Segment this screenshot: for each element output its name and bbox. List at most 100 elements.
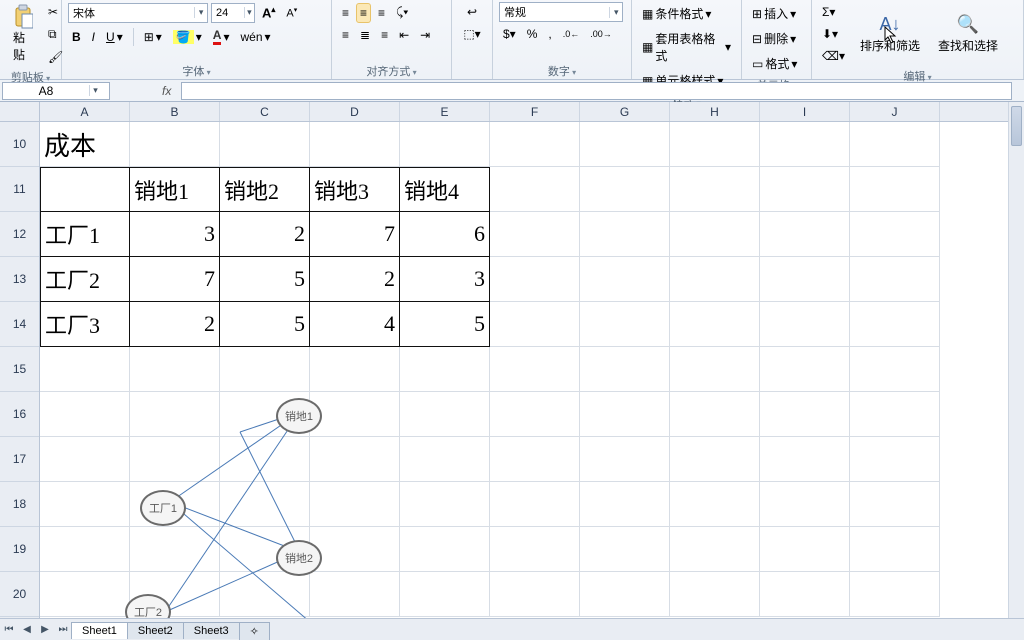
conditional-format-button[interactable]: ▦ 条件格式▾ [638,2,715,25]
cell[interactable]: 5 [220,302,310,347]
cell[interactable] [310,122,400,167]
cell[interactable] [580,122,670,167]
cell[interactable] [850,572,940,617]
underline-button[interactable]: U▾ [102,27,127,47]
formula-input[interactable] [181,82,1012,100]
cell[interactable] [490,122,580,167]
cell[interactable] [850,527,940,572]
cell[interactable] [580,257,670,302]
cell[interactable]: 7 [130,257,220,302]
cell[interactable] [670,527,760,572]
cell[interactable]: 2 [220,212,310,257]
column-header[interactable]: I [760,102,850,121]
column-header[interactable]: H [670,102,760,121]
font-size-input[interactable] [212,7,244,19]
row-header[interactable]: 10 [0,122,39,167]
cell[interactable] [580,347,670,392]
row-header[interactable]: 11 [0,167,39,212]
new-sheet-button[interactable]: ✧ [239,622,270,640]
currency-button[interactable]: $▾ [499,24,520,44]
tab-nav-last[interactable]: ⏭ [54,624,72,635]
font-name-input[interactable] [69,7,194,19]
format-as-table-button[interactable]: ▦ 套用表格格式▾ [638,27,735,67]
column-header[interactable]: D [310,102,400,121]
row-header[interactable]: 19 [0,527,39,572]
fill-color-button[interactable]: 🪣▾ [169,27,206,47]
indent-dec-button[interactable]: ⇤ [395,25,413,45]
indent-inc-button[interactable]: ⇥ [416,25,434,45]
chevron-down-icon[interactable]: ▾ [609,7,622,18]
find-select-button[interactable]: 🔍 查找和选择 [931,11,1005,57]
cell[interactable] [850,167,940,212]
cell[interactable]: 5 [220,257,310,302]
cell[interactable] [670,572,760,617]
cell[interactable] [850,257,940,302]
cell[interactable] [400,482,490,527]
chevron-down-icon[interactable]: ▾ [194,7,207,18]
row-header[interactable]: 13 [0,257,39,302]
vertical-scrollbar[interactable] [1008,102,1024,618]
cell[interactable] [490,572,580,617]
cell[interactable] [490,392,580,437]
cell[interactable] [130,122,220,167]
number-format-input[interactable] [500,6,609,18]
column-header[interactable]: G [580,102,670,121]
cell[interactable] [490,212,580,257]
name-box-input[interactable] [3,84,89,98]
cell[interactable] [760,437,850,482]
chevron-down-icon[interactable]: ▾ [244,7,254,18]
fill-button[interactable]: ⬇▾ [818,24,849,44]
cell[interactable] [760,572,850,617]
align-right-button[interactable]: ≡ [377,25,392,45]
cell[interactable] [490,167,580,212]
cell[interactable]: 销地1 [130,167,220,212]
tab-nav-next[interactable]: ▶ [36,624,54,635]
clear-button[interactable]: ⌫▾ [818,46,849,66]
borders-button[interactable]: ⊞▾ [140,27,166,47]
font-size-combo[interactable]: ▾ [211,3,255,23]
align-bottom-button[interactable]: ≡ [374,3,389,23]
align-top-button[interactable]: ≡ [338,3,353,23]
cell[interactable] [850,347,940,392]
cell[interactable] [670,347,760,392]
cell[interactable] [580,302,670,347]
cell[interactable] [580,167,670,212]
phonetic-button[interactable]: wén▾ [237,27,275,47]
row-header[interactable]: 12 [0,212,39,257]
cell[interactable] [850,212,940,257]
cell[interactable]: 成本 [40,122,130,167]
cell[interactable] [40,167,130,212]
fx-label[interactable]: fx [152,84,181,98]
merge-button[interactable]: ⬚▾ [459,24,484,44]
cell[interactable] [760,257,850,302]
cell[interactable] [850,122,940,167]
cell[interactable]: 7 [310,212,400,257]
cell[interactable]: 工厂3 [40,302,130,347]
cell[interactable]: 2 [310,257,400,302]
cell[interactable] [400,122,490,167]
cell[interactable]: 5 [400,302,490,347]
cell[interactable] [760,122,850,167]
italic-button[interactable]: I [88,27,99,47]
cell[interactable] [670,257,760,302]
row-header[interactable]: 18 [0,482,39,527]
cell[interactable] [670,122,760,167]
wrap-text-button[interactable]: ↩ [463,2,481,22]
cell[interactable] [580,527,670,572]
cell[interactable] [670,392,760,437]
row-header[interactable]: 20 [0,572,39,617]
cell[interactable]: 3 [400,257,490,302]
autosum-button[interactable]: Σ▾ [818,2,849,22]
column-header[interactable]: B [130,102,220,121]
paste-button[interactable]: 粘贴 [6,4,40,66]
cell[interactable] [490,302,580,347]
cell[interactable] [670,167,760,212]
cell[interactable] [760,347,850,392]
sheet-tab-1[interactable]: Sheet1 [71,622,128,639]
decrease-decimal-button[interactable]: .00→ [586,26,616,42]
sheet-tab-3[interactable]: Sheet3 [183,622,240,639]
name-box[interactable]: ▾ [2,82,110,100]
align-center-button[interactable]: ≣ [356,25,374,45]
number-format-combo[interactable]: ▾ [499,2,623,22]
sheet-tab-2[interactable]: Sheet2 [127,622,184,639]
